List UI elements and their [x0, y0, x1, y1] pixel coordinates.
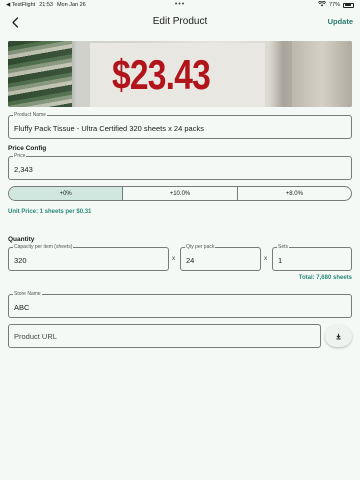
segment-plus-10[interactable]: +10.0%	[123, 187, 238, 200]
store-name-value: ABC	[14, 303, 30, 312]
price-value: 2,343	[14, 165, 33, 174]
multiply-sign-1: x	[172, 255, 176, 262]
image-price-text: $23.43	[112, 51, 211, 98]
store-name-label: Store Name	[13, 291, 42, 298]
qty-per-pack-label: Qty per pack	[185, 244, 216, 251]
download-icon	[335, 327, 342, 345]
sets-field[interactable]: Sets 1	[272, 244, 352, 271]
capacity-label: Capacity per item (sheets)	[13, 244, 74, 251]
total-sheets-text: Total: 7,680 sheets	[298, 275, 352, 281]
product-image[interactable]: $23.43	[8, 41, 352, 107]
capacity-field[interactable]: Capacity per item (sheets) 320	[8, 244, 169, 271]
qty-per-pack-field[interactable]: Qty per pack 24	[180, 244, 261, 271]
sets-value: 1	[278, 256, 283, 265]
sets-label: Sets	[277, 244, 290, 251]
product-url-placeholder: Product URL	[14, 332, 57, 341]
image-shelf-left	[8, 41, 72, 107]
store-name-field[interactable]: Store Name ABC	[8, 291, 352, 318]
multiply-sign-2: x	[264, 255, 268, 262]
product-url-field[interactable]: Product URL	[8, 324, 321, 348]
product-name-value: Fluffy Pack Tissue - Ultra Certified 320…	[14, 124, 204, 133]
status-bar: ◀ TestFlight 21:53 Mon Jan 26 ••• 77%	[0, 0, 360, 10]
download-button[interactable]	[325, 325, 352, 347]
qty-per-pack-value: 24	[186, 256, 195, 265]
quantity-title: Quantity	[8, 236, 35, 243]
product-name-field[interactable]: Product Name Fluffy Pack Tissue - Ultra …	[8, 112, 352, 139]
unit-price-text: Unit Price: 1 sheets per $0.31	[8, 209, 92, 215]
page-title: Edit Product	[152, 16, 208, 27]
status-dots: •••	[174, 1, 186, 8]
image-shelf-right	[292, 41, 352, 107]
price-label: Price	[13, 153, 27, 160]
segment-plus-8[interactable]: +8.0%	[238, 187, 351, 200]
price-adjustment-segmented: +0% +10.0% +8.0%	[8, 186, 352, 201]
nav-bar: Edit Product Update	[0, 12, 360, 32]
segment-plus-0[interactable]: +0%	[9, 187, 124, 200]
product-name-label: Product Name	[13, 112, 47, 119]
price-config-title: Price Config	[8, 145, 47, 152]
capacity-value: 320	[14, 256, 27, 265]
update-button[interactable]: Update	[328, 17, 353, 26]
price-field[interactable]: Price 2,343	[8, 153, 352, 180]
